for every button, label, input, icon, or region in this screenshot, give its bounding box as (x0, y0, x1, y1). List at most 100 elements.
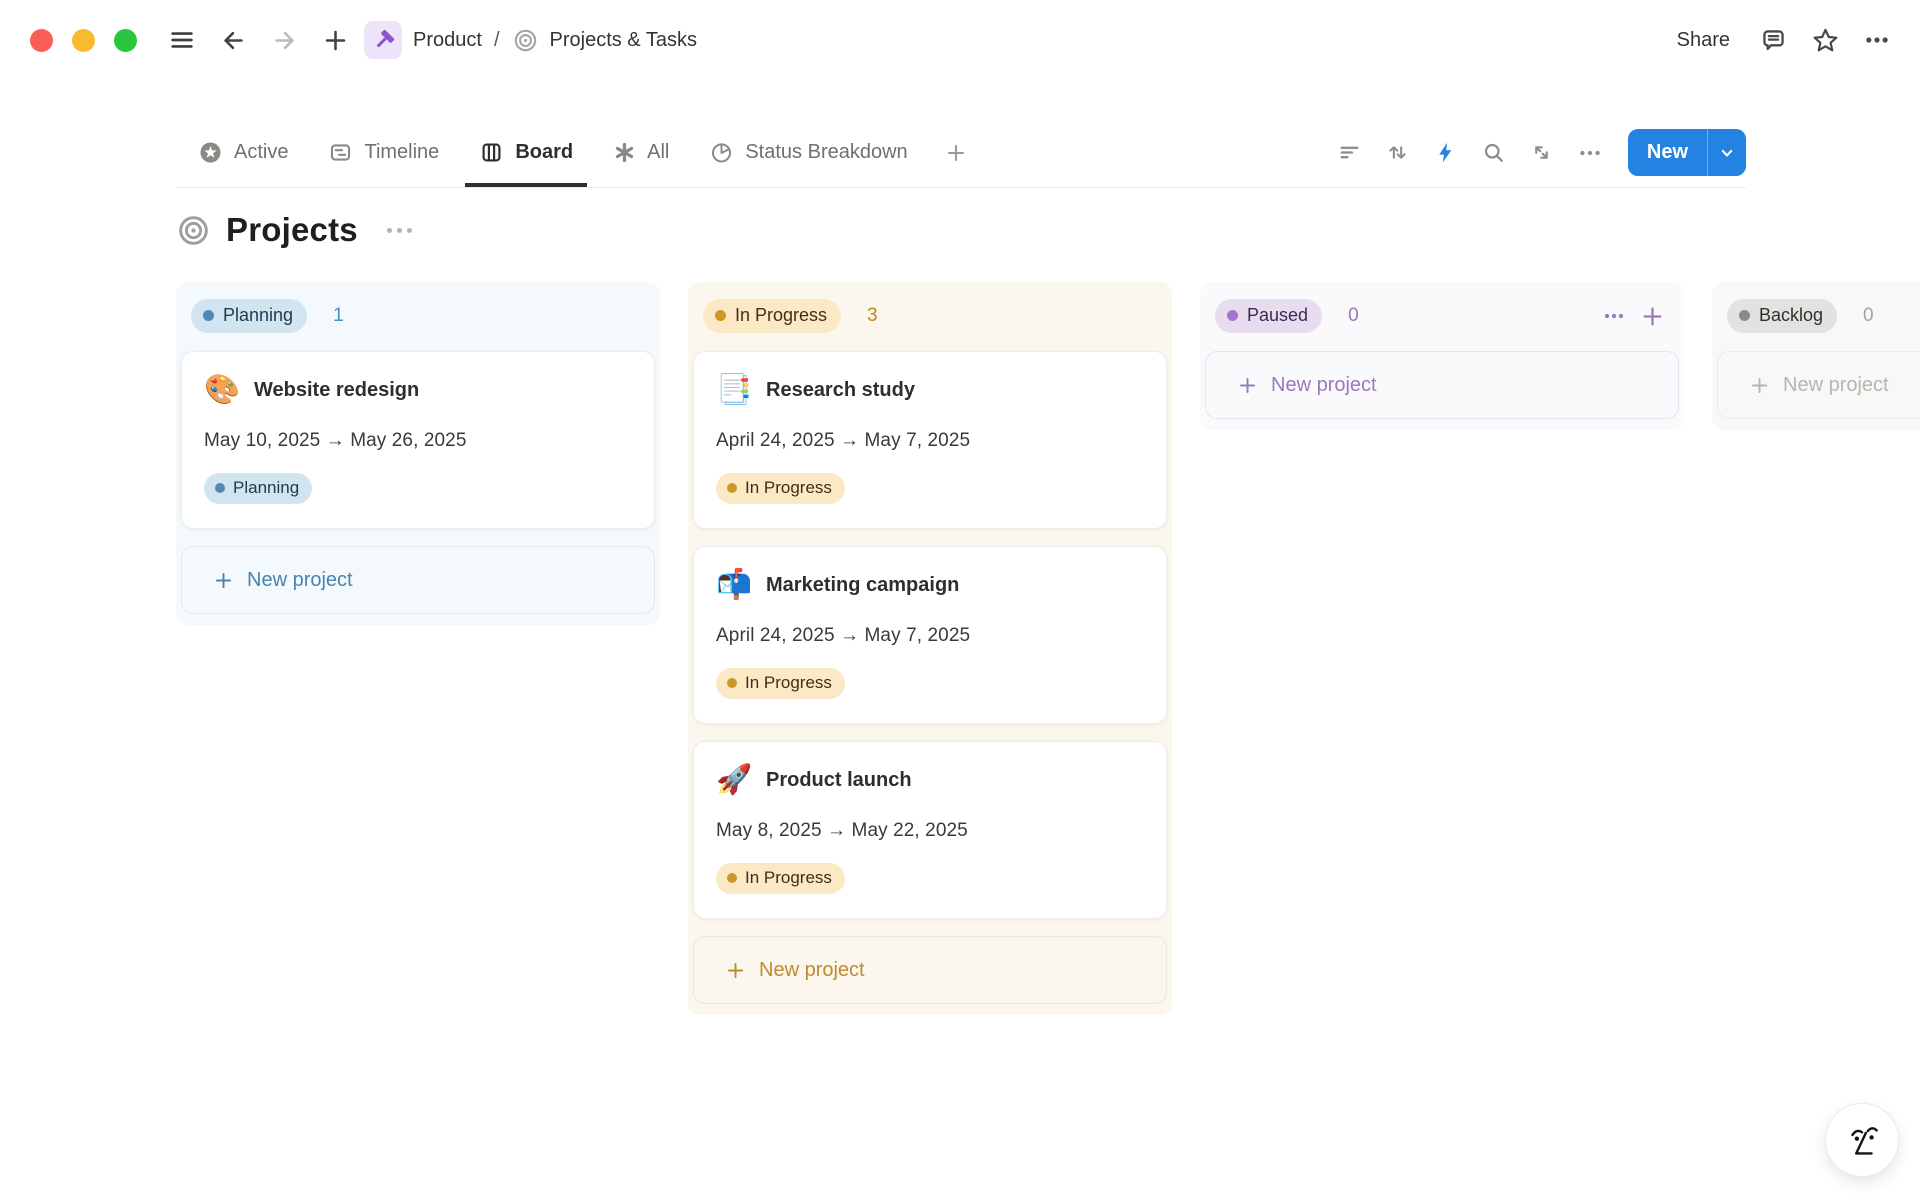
close-window-button[interactable] (30, 29, 53, 52)
project-card-product-launch[interactable]: 🚀 Product launch May 8, 2025 → May 22, 2… (693, 741, 1167, 919)
column-header: Paused 0 (1205, 287, 1679, 351)
sidebar-toggle-button[interactable] (163, 21, 201, 59)
project-card-website-redesign[interactable]: 🎨 Website redesign May 10, 2025 → May 26… (181, 351, 655, 529)
new-dropdown-button[interactable] (1707, 129, 1746, 176)
tab-label: Board (515, 141, 573, 164)
sort-button[interactable] (1378, 133, 1418, 173)
new-project-button[interactable]: New project (693, 936, 1167, 1004)
tab-label: Active (234, 141, 288, 164)
lightning-icon (1433, 140, 1458, 165)
page-title: Projects (226, 211, 358, 249)
breadcrumb-item-page[interactable]: Projects & Tasks (550, 29, 697, 52)
view-options-button[interactable] (1570, 133, 1610, 173)
project-card-research-study[interactable]: 📑 Research study April 24, 2025 → May 7,… (693, 351, 1167, 529)
status-dot-icon (727, 483, 737, 493)
new-project-button[interactable]: New project (1717, 351, 1920, 419)
assistant-face-button[interactable] (1825, 1103, 1899, 1177)
board-column-paused: Paused 0 New project (1200, 282, 1684, 430)
card-title: Website redesign (254, 379, 419, 402)
status-dot-icon (727, 678, 737, 688)
window-titlebar: Product / Projects & Tasks Share (0, 0, 1920, 80)
back-button[interactable] (214, 21, 252, 59)
new-project-button[interactable]: New project (1205, 351, 1679, 419)
plus-icon (1237, 375, 1258, 396)
plus-icon (1749, 375, 1770, 396)
tab-status-breakdown[interactable]: Status Breakdown (695, 118, 921, 187)
board-column-in-progress: In Progress 3 📑 Research study April 24,… (688, 282, 1172, 1015)
tab-all[interactable]: All (599, 118, 683, 187)
card-date-range: April 24, 2025 → May 7, 2025 (716, 625, 1144, 647)
status-badge[interactable]: Paused (1215, 299, 1322, 333)
column-options-button[interactable] (1597, 299, 1631, 333)
tab-board[interactable]: Board (465, 118, 587, 187)
favorite-button[interactable] (1806, 21, 1844, 59)
breadcrumb: Product / Projects & Tasks (364, 21, 697, 59)
status-label: In Progress (735, 305, 827, 326)
forward-button[interactable] (265, 21, 303, 59)
new-button[interactable]: New (1628, 129, 1707, 176)
comments-button[interactable] (1754, 21, 1792, 59)
status-dot-icon (1739, 310, 1750, 321)
mailbox-emoji-icon: 📬 (716, 567, 749, 603)
bookmark-tabs-emoji-icon: 📑 (716, 372, 749, 408)
sort-icon (1385, 140, 1410, 165)
status-badge: In Progress (716, 863, 845, 894)
status-badge: Planning (204, 473, 312, 504)
new-project-button[interactable]: New project (181, 546, 655, 614)
tab-timeline[interactable]: Timeline (314, 118, 453, 187)
column-header: Backlog 0 (1717, 287, 1920, 351)
board-icon (479, 140, 504, 165)
tab-label: Status Breakdown (745, 141, 907, 164)
status-badge[interactable]: Planning (191, 299, 307, 333)
automations-button[interactable] (1426, 133, 1466, 173)
more-options-button[interactable] (1858, 21, 1896, 59)
star-icon (1811, 26, 1840, 55)
more-icon (1577, 140, 1603, 166)
status-badge[interactable]: In Progress (703, 299, 841, 333)
status-dot-icon (203, 310, 214, 321)
new-split-button: New (1628, 129, 1746, 176)
project-card-marketing-campaign[interactable]: 📬 Marketing campaign April 24, 2025 → Ma… (693, 546, 1167, 724)
window-controls (30, 29, 137, 52)
page-header: Projects (176, 202, 1920, 258)
breadcrumb-item-product[interactable]: Product (413, 29, 482, 52)
plus-icon (725, 960, 746, 981)
card-date-range: May 10, 2025 → May 26, 2025 (204, 430, 632, 452)
column-add-card-button[interactable] (1635, 299, 1669, 333)
kanban-board: Planning 1 🎨 Website redesign May 10, 20… (176, 282, 1920, 1015)
minimize-window-button[interactable] (72, 29, 95, 52)
zoom-window-button[interactable] (114, 29, 137, 52)
search-view-button[interactable] (1474, 133, 1514, 173)
page-title-menu-button[interactable] (383, 220, 416, 241)
filter-icon (1337, 140, 1362, 165)
expand-button[interactable] (1522, 133, 1562, 173)
column-header: In Progress 3 (693, 287, 1167, 351)
search-icon (1481, 140, 1506, 165)
status-dot-icon (215, 483, 225, 493)
status-dot-icon (1227, 310, 1238, 321)
new-page-button[interactable] (316, 21, 354, 59)
status-label: Planning (223, 305, 293, 326)
rocket-emoji-icon: 🚀 (716, 762, 749, 798)
arrow-right-icon (271, 27, 298, 54)
column-header: Planning 1 (181, 287, 655, 351)
hammer-icon[interactable] (364, 21, 402, 59)
breadcrumb-separator: / (493, 29, 501, 52)
status-label: In Progress (745, 478, 832, 498)
status-badge: In Progress (716, 473, 845, 504)
plus-icon (944, 141, 968, 165)
add-view-button[interactable] (936, 133, 976, 173)
card-date-range: May 8, 2025 → May 22, 2025 (716, 820, 1144, 842)
column-count: 3 (867, 305, 878, 327)
asterisk-icon (613, 141, 636, 164)
tab-active[interactable]: Active (184, 118, 302, 187)
tab-label: Timeline (364, 141, 439, 164)
view-tab-bar: Active Timeline Board All Status Breakdo… (176, 118, 1746, 188)
card-title: Research study (766, 379, 915, 402)
filter-button[interactable] (1330, 133, 1370, 173)
share-button[interactable]: Share (1667, 23, 1740, 58)
status-badge[interactable]: Backlog (1727, 299, 1837, 333)
expand-icon (1529, 140, 1554, 165)
plus-icon (322, 27, 349, 54)
plus-icon (1640, 304, 1665, 329)
